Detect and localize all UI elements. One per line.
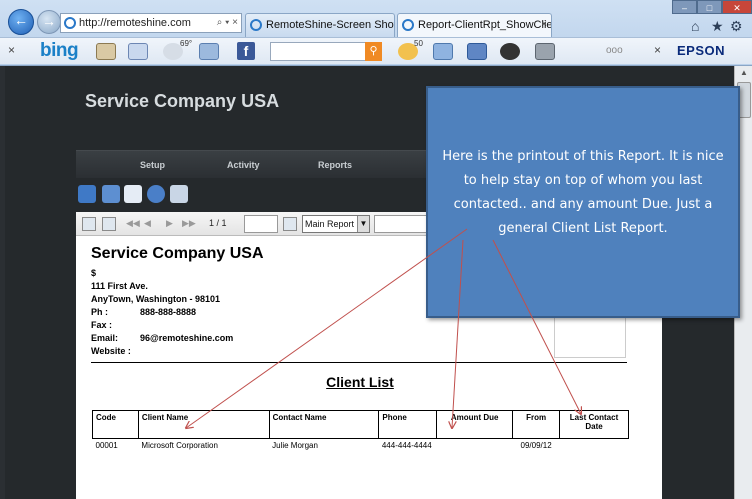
tab-label: Report-ClientRpt_ShowClie... xyxy=(418,19,552,31)
chat-icon[interactable] xyxy=(467,43,487,60)
xbox-icon[interactable] xyxy=(500,43,520,60)
back-button[interactable]: ← xyxy=(8,9,34,35)
website-label: Website : xyxy=(91,346,131,356)
nav-activity[interactable]: Activity xyxy=(227,160,260,170)
page-indicator: 1 / 1 xyxy=(209,218,227,228)
home-icon[interactable] xyxy=(78,185,96,203)
home-icon[interactable]: ⌂ xyxy=(691,18,699,34)
nav-reports[interactable]: Reports xyxy=(318,160,352,170)
report-company-name: Service Company USA xyxy=(91,245,264,262)
arrow-right-icon: → xyxy=(42,13,56,29)
print-icon[interactable] xyxy=(102,217,116,231)
shirt-icon[interactable] xyxy=(124,185,142,203)
rewards-count: 50 xyxy=(414,39,423,48)
tab-remoteshine-screenshots[interactable]: RemoteShine-Screen Shots xyxy=(245,13,395,37)
maximize-icon: □ xyxy=(706,3,713,13)
maps-icon[interactable] xyxy=(128,43,148,60)
minimize-icon: – xyxy=(681,3,687,13)
zoom-input[interactable] xyxy=(374,215,434,233)
report-icon[interactable] xyxy=(170,185,188,203)
callout-text: Here is the printout of this Report. It … xyxy=(442,149,724,236)
toolbar-close-icon[interactable]: × xyxy=(654,43,661,57)
list-icon[interactable] xyxy=(102,185,120,203)
minimize-button[interactable]: – xyxy=(672,0,697,14)
report-address-line-2: AnyTown, Washington - 98101 xyxy=(91,294,221,304)
site-title: Service Company USA xyxy=(85,91,280,111)
fax-label: Fax : xyxy=(91,320,113,330)
col-from: From xyxy=(512,410,561,439)
favorites-star-icon[interactable]: ★ xyxy=(711,18,724,35)
col-last-contact-date: Last Contact Date xyxy=(559,410,629,439)
maximize-button[interactable]: □ xyxy=(697,0,722,14)
tab-label: RemoteShine-Screen Shots xyxy=(266,19,395,31)
report-select[interactable]: Main Report ▼ xyxy=(302,215,370,233)
export-icon[interactable] xyxy=(82,217,96,231)
report-select-value: Main Report xyxy=(305,219,355,229)
video-icon[interactable] xyxy=(535,43,555,60)
cell-client-name: Microsoft Corporation xyxy=(141,441,218,450)
col-phone: Phone xyxy=(378,410,438,439)
scroll-up-icon[interactable]: ▲ xyxy=(737,68,751,80)
find-input[interactable] xyxy=(244,215,278,233)
bing-toolbar: × bing 69° f ⚲ 50 ooo × EPSON xyxy=(0,37,752,64)
col-contact-name: Contact Name xyxy=(268,410,380,439)
address-tools[interactable]: ⌕ ▾ × xyxy=(217,14,238,32)
tab-row: ← → http://remoteshine.com ⌕ ▾ × RemoteS… xyxy=(0,0,752,37)
browser-chrome: ← → http://remoteshine.com ⌕ ▾ × RemoteS… xyxy=(0,0,752,66)
address-text: http://remoteshine.com xyxy=(79,17,191,29)
annotation-callout: Here is the printout of this Report. It … xyxy=(426,86,740,318)
gear-icon[interactable]: ⚙ xyxy=(730,18,743,35)
toolbar-close-icon[interactable]: × xyxy=(8,43,15,57)
ie-tab-icon xyxy=(250,19,262,31)
first-page-icon[interactable]: ◀◀ xyxy=(126,218,140,229)
close-icon: ✕ xyxy=(733,3,741,13)
last-page-icon[interactable]: ▶▶ xyxy=(182,218,196,229)
chevron-down-icon: ▼ xyxy=(357,216,369,232)
address-bar[interactable]: http://remoteshine.com ⌕ ▾ × xyxy=(60,13,242,33)
phone-label: Ph : xyxy=(91,307,108,317)
news-icon[interactable] xyxy=(96,43,116,60)
cell-from: 09/09/12 xyxy=(520,441,552,450)
ie-tab-icon xyxy=(402,19,414,31)
report-address-line-1: 111 First Ave. xyxy=(91,281,148,291)
table-row: 00001 Microsoft Corporation Julie Morgan… xyxy=(93,439,629,453)
email-value: 96@remoteshine.com xyxy=(140,333,234,343)
arrow-left-icon: ← xyxy=(14,12,28,28)
weather-temperature: 69° xyxy=(180,39,193,48)
bing-logo[interactable]: bing xyxy=(40,40,79,62)
phone-value: 888-888-8888 xyxy=(140,307,197,317)
next-page-icon[interactable]: ▶ xyxy=(166,218,173,229)
ie-page-icon xyxy=(64,17,76,29)
col-client-name: Client Name xyxy=(137,410,270,439)
tab-close-icon[interactable]: × xyxy=(541,14,547,36)
cell-last-contact-date xyxy=(560,439,629,453)
messenger-icon[interactable] xyxy=(433,43,453,60)
cell-amount-due xyxy=(437,439,513,453)
cell-contact-name: Julie Morgan xyxy=(272,441,318,450)
search-icon[interactable]: ⚲ xyxy=(365,42,382,61)
prev-page-icon[interactable]: ◀ xyxy=(144,218,151,229)
report-currency: $ xyxy=(91,268,97,278)
tab-client-report[interactable]: Report-ClientRpt_ShowClie... × xyxy=(397,13,552,37)
cell-phone: 444-444-4444 xyxy=(381,441,432,450)
forward-button[interactable]: → xyxy=(37,10,61,34)
nav-setup[interactable]: Setup xyxy=(140,160,165,170)
epson-logo[interactable]: EPSON xyxy=(677,43,725,58)
col-code: Code xyxy=(92,410,139,439)
client-list-table: Code Client Name Contact Name Phone Amou… xyxy=(92,410,629,452)
cell-code: 00001 xyxy=(95,441,118,450)
table-header-row: Code Client Name Contact Name Phone Amou… xyxy=(92,410,629,439)
col-amount-due: Amount Due xyxy=(436,410,514,439)
more-icon[interactable]: ooo xyxy=(606,45,623,56)
help-icon[interactable] xyxy=(147,185,165,203)
toolbar-search-input[interactable] xyxy=(270,42,380,61)
find-icon[interactable] xyxy=(283,217,297,231)
email-label: Email: xyxy=(91,333,119,343)
mail-icon[interactable] xyxy=(199,43,219,60)
report-title: Client List xyxy=(326,374,394,390)
report-divider xyxy=(91,362,627,363)
facebook-icon[interactable]: f xyxy=(237,42,255,60)
close-window-button[interactable]: ✕ xyxy=(722,0,752,14)
